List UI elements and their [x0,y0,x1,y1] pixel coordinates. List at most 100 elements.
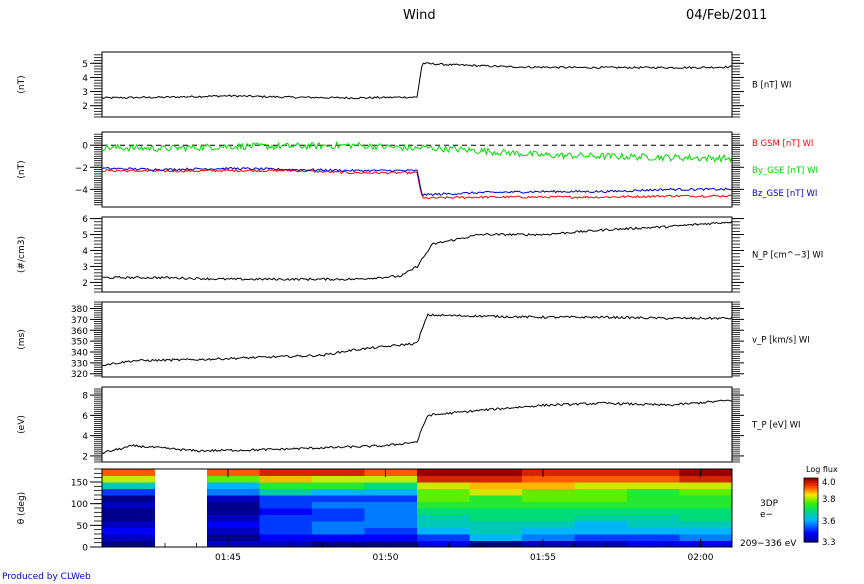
axis-label: (nT) [17,75,27,93]
tick-label: 4 [82,432,88,442]
heatmap-cell [574,540,628,548]
tick-label: 320 [71,370,88,380]
heatmap-cell [522,469,575,476]
heatmap-cell [522,508,575,515]
series-line [101,166,733,197]
colorbar-tick-label: 3.3 [822,538,836,548]
series-label: N_P [cm^−3] WI [752,251,823,261]
panel-frame [101,301,733,378]
heatmap-cell [469,508,523,515]
heatmap-cell [364,514,418,522]
heatmap-cell [574,495,628,502]
heatmap-cell [627,521,680,528]
heatmap-cell [207,508,260,515]
heatmap-cell [364,475,418,483]
instrument-label: 3DP [760,499,779,509]
heatmap-cell [522,488,575,496]
tick-label: 2 [82,102,88,112]
heatmap-cell [679,501,733,509]
series-label: T_P [eV] WI [751,421,801,431]
chart-canvas: 2 3 4 5 (nT) B [nT] WI 0 −2 −4 (nT) B GSM [nT] WI B… [17,51,838,563]
heatmap-cell [259,534,313,541]
tick-label: 2 [82,452,88,462]
heatmap-cell [469,475,523,483]
heatmap-cell [522,514,575,522]
heatmap-cell [364,495,418,502]
heatmap-cell [522,527,575,535]
heatmap-cell [417,469,470,476]
heatmap-cell [679,521,733,528]
heatmap-cell [627,514,680,522]
heatmap-cell [679,534,733,541]
heatmap-cell [627,501,680,509]
tick-label: 4 [82,247,88,257]
heatmap-cell [207,475,260,483]
heatmap-cell [312,488,365,496]
heatmap-cell [574,469,628,476]
heatmap-cell [522,501,575,509]
tick-label: −2 [75,164,88,174]
heatmap-cell [522,475,575,483]
heatmap-cell [207,521,260,528]
tick-label: 380 [71,305,88,315]
heatmap-cell [364,469,418,476]
heatmap-cell [259,482,313,489]
heatmap-cell [522,534,575,541]
heatmap-cell [259,469,313,476]
heatmap-cell [522,521,575,528]
tick-label: 4 [82,74,88,84]
heatmap-cell [312,469,365,476]
heatmap-cell [627,540,680,548]
heatmap-cell [679,540,733,548]
tick-label: 0 [82,544,88,554]
tick-label: 2 [82,279,88,289]
heatmap-cell [259,508,313,515]
heatmap-cell [207,488,260,496]
series-label: B [nT] WI [752,81,791,91]
tick-label: 100 [71,500,88,510]
energy-range-label: 209−336 eV [740,539,797,549]
heatmap-cell [259,488,313,496]
heatmap-cell [312,508,365,515]
heatmap-cell [207,540,260,548]
series-label: By_GSE [nT] WI [752,166,818,176]
heatmap-cell [417,527,470,535]
tick-label: 50 [77,522,89,532]
heatmap-cell [259,521,313,528]
heatmap-cell [102,482,155,489]
tick-label: 370 [71,316,88,326]
heatmap-cell [417,508,470,515]
heatmap-cell [207,501,260,509]
heatmap-cell [679,495,733,502]
heatmap-cell [627,508,680,515]
heatmap-cell [627,469,680,476]
heatmap-cell [469,514,523,522]
series-line [101,168,733,200]
heatmap-cell [417,495,470,502]
heatmap-cell [364,540,418,548]
heatmap-cell [259,514,313,522]
axis-label: (#/cm3) [17,236,27,273]
heatmap-cell [469,534,523,541]
x-tick-label: 01:45 [215,553,241,563]
heatmap-cell [364,534,418,541]
heatmap-cell [364,508,418,515]
x-tick-label: 01:50 [373,553,399,563]
heatmap-cell [679,488,733,496]
heatmap-cell [207,495,260,502]
heatmap-cell [364,501,418,509]
colorbar-title: Log flux [806,465,838,474]
heatmap-cell [417,501,470,509]
heatmap-cell [679,508,733,515]
heatmap-cell [102,534,155,541]
colorbar-tick-label: 3.6 [822,517,836,527]
heatmap-cell [574,527,628,535]
heatmap-cell [627,488,680,496]
heatmap-cell [469,495,523,502]
heatmap-cell [679,475,733,483]
heatmap-cell [469,469,523,476]
tick-label: 350 [71,338,88,348]
heatmap-cell [102,508,155,515]
heatmap-cell [312,495,365,502]
tick-label: 6 [82,412,88,422]
